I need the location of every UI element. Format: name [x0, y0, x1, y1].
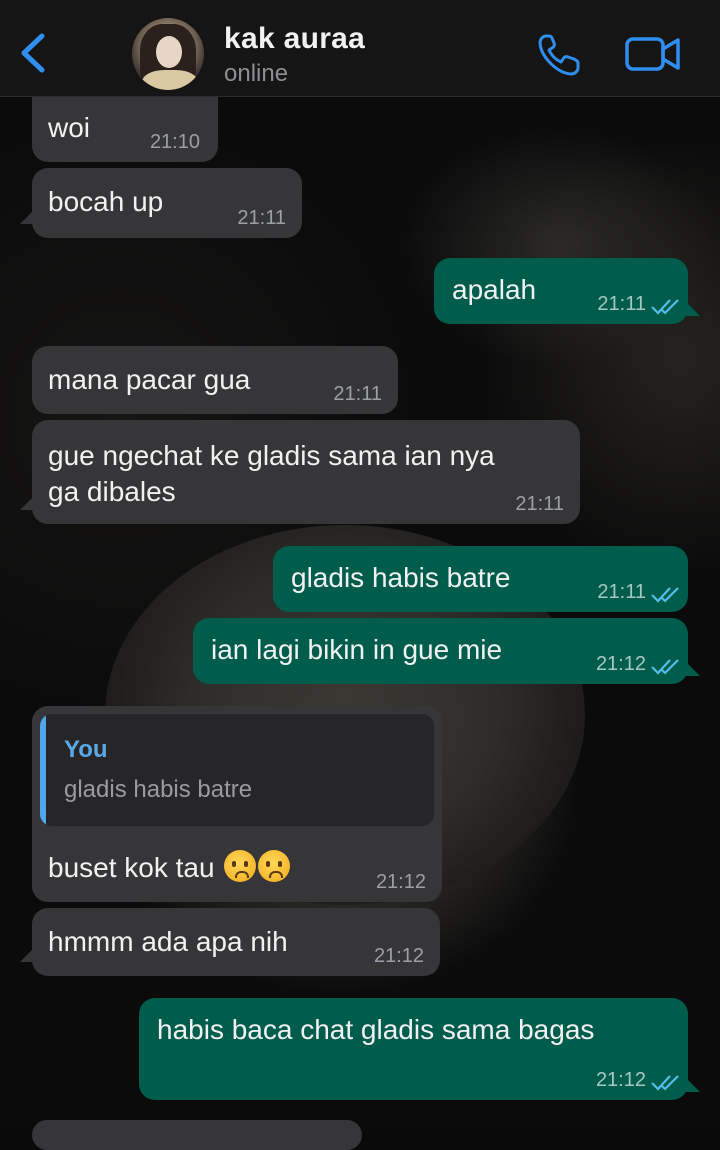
hushed-face-emoji [258, 850, 291, 882]
message-time: 21:11 [597, 293, 646, 315]
phone-icon[interactable] [536, 32, 582, 78]
message-time: 21:12 [373, 945, 424, 967]
message-text: bocah up [48, 186, 164, 217]
message-text: buset kok tau [48, 852, 215, 883]
message-outgoing[interactable]: apalah 21:11 [434, 258, 688, 324]
bubble-tail [20, 948, 34, 962]
message-incoming[interactable]: bocah up 21:11 [32, 168, 302, 238]
read-receipt-icon [651, 299, 679, 315]
quoted-message[interactable]: You gladis habis batre [40, 714, 434, 826]
bubble-tail [20, 210, 34, 224]
message-outgoing[interactable]: ian lagi bikin in gue mie 21:12 [193, 618, 688, 684]
message-text: mana pacar gua [48, 364, 251, 395]
message-incoming-reply[interactable]: You gladis habis batre buset kok tau 21:… [32, 706, 442, 902]
message-time: 21:11 [333, 383, 382, 405]
bubble-tail [20, 496, 34, 510]
video-camera-icon[interactable] [624, 34, 682, 74]
message-time: 21:11 [515, 493, 564, 515]
contact-name[interactable]: kak auraa [224, 22, 365, 56]
message-text-wrap: buset kok tau [48, 850, 291, 886]
message-text: gladis habis batre [291, 562, 511, 593]
bubble-tail [686, 662, 700, 676]
message-time: 21:10 [149, 131, 200, 153]
contact-status: online [224, 60, 289, 87]
message-time: 21:12 [595, 653, 646, 675]
hushed-face-emoji [224, 850, 257, 882]
message-text: apalah [452, 274, 537, 305]
message-time: 21:12 [375, 871, 426, 893]
message-text-line-2: ga dibales [48, 476, 176, 507]
message-incoming[interactable]: woi 21:10 [32, 96, 218, 162]
read-receipt-icon [651, 587, 679, 603]
message-time: 21:11 [597, 581, 646, 603]
back-chevron-icon[interactable] [14, 28, 54, 78]
quote-author: You [64, 736, 108, 763]
message-incoming-partial[interactable] [32, 1120, 362, 1150]
bubble-tail [686, 302, 700, 316]
message-text: hmmm ada apa nih [48, 926, 288, 957]
quote-accent-bar [40, 714, 46, 826]
bubble-tail [686, 1078, 700, 1092]
read-receipt-icon [651, 659, 679, 675]
message-text: ian lagi bikin in gue mie [211, 634, 503, 665]
chat-header: kak auraa online [0, 0, 720, 97]
quote-text: gladis habis batre [64, 776, 253, 803]
message-incoming[interactable]: mana pacar gua 21:11 [32, 346, 398, 414]
message-text-line-1: gue ngechat ke gladis sama ian nya [48, 440, 495, 471]
message-incoming[interactable]: hmmm ada apa nih 21:12 [32, 908, 440, 976]
message-outgoing[interactable]: habis baca chat gladis sama bagas 21:12 [139, 998, 688, 1100]
message-text: woi [48, 112, 91, 143]
message-outgoing[interactable]: gladis habis batre 21:11 [273, 546, 688, 612]
message-time: 21:12 [595, 1069, 646, 1091]
message-text: habis baca chat gladis sama bagas [157, 1014, 595, 1045]
message-time: 21:11 [237, 207, 286, 229]
contact-avatar[interactable] [132, 18, 204, 90]
message-incoming[interactable]: gue ngechat ke gladis sama ian nya ga di… [32, 420, 580, 524]
read-receipt-icon [651, 1075, 679, 1091]
